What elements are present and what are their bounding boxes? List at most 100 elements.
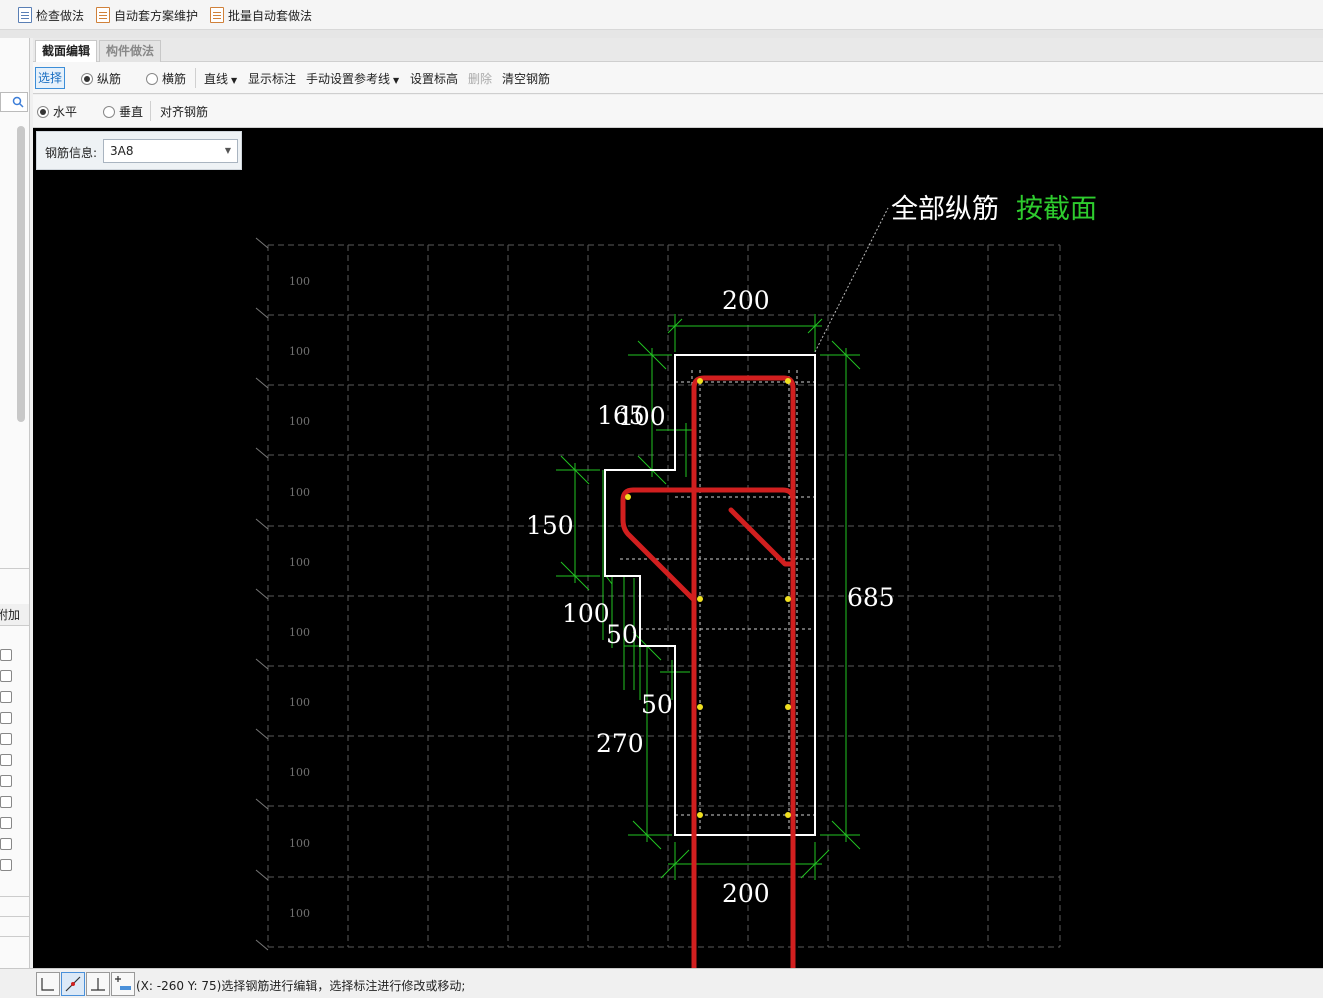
- left-panel-divider: [0, 568, 29, 569]
- check-method-button[interactable]: 检查做法: [18, 5, 84, 25]
- callout-label-all-longitudinal[interactable]: 全部纵筋: [891, 194, 999, 225]
- clear-rebar-button[interactable]: 清空钢筋: [502, 70, 550, 88]
- grid-label: 100: [289, 415, 310, 428]
- grid-ticks: [255, 237, 269, 951]
- direction-toolbar: 水平 垂直 对齐钢筋: [33, 95, 1323, 128]
- tab-section-edit[interactable]: 截面编辑: [35, 40, 98, 62]
- toolbar-divider: [0, 30, 1323, 38]
- grid-label: 100: [289, 345, 310, 358]
- line-dropdown[interactable]: 直线 ▼: [204, 70, 237, 88]
- left-panel: 附加: [0, 38, 30, 968]
- manual-reference-label: 手动设置参考线: [306, 72, 391, 86]
- perpendicular-icon: [91, 978, 105, 991]
- radio-checked-icon: [37, 106, 49, 118]
- tab-component-method[interactable]: 构件做法: [99, 40, 162, 62]
- rebar-info-label: 钢筋信息:: [45, 146, 98, 160]
- transverse-label: 横筋: [162, 72, 187, 86]
- toolbar-separator: [195, 68, 196, 88]
- dim-top-width: 200: [722, 286, 770, 315]
- delete-button[interactable]: 删除: [468, 70, 492, 88]
- grid-label: 100: [289, 837, 310, 850]
- row-checkbox[interactable]: [0, 775, 12, 787]
- vertical-label: 垂直: [119, 105, 144, 119]
- angle-icon: [65, 976, 81, 992]
- auto-scheme-label: 自动套方案维护: [114, 8, 199, 23]
- dimension-snap-button[interactable]: [111, 972, 135, 996]
- row-checkbox[interactable]: [0, 754, 12, 766]
- document-gear-icon: [96, 7, 110, 23]
- show-annotation-button[interactable]: 显示标注: [248, 70, 296, 88]
- row-checkbox[interactable]: [0, 649, 12, 661]
- tab-bar: 截面编辑 构件做法: [33, 38, 1323, 62]
- angle-snap-button[interactable]: [61, 972, 85, 996]
- transverse-radio[interactable]: 横筋: [146, 70, 186, 88]
- search-icon: [12, 96, 24, 108]
- search-input[interactable]: [0, 92, 28, 112]
- radio-unchecked-icon: [146, 73, 158, 85]
- dim-150: 150: [526, 511, 574, 540]
- rebar-info-value: 3A8: [110, 144, 134, 158]
- grid-label: 100: [289, 907, 310, 920]
- dim-270: 270: [596, 729, 644, 758]
- row-checkbox[interactable]: [0, 712, 12, 724]
- select-button[interactable]: 选择: [35, 67, 66, 89]
- vertical-radio[interactable]: 垂直: [103, 103, 143, 121]
- drawing-canvas[interactable]: 100 100 100 100 100 100 100 100 100 100: [33, 128, 1323, 968]
- ortho-snap-button[interactable]: [36, 972, 60, 996]
- row-checkbox[interactable]: [0, 859, 12, 871]
- set-elevation-button[interactable]: 设置标高: [410, 70, 458, 88]
- horizontal-radio[interactable]: 水平: [37, 103, 77, 121]
- row-divider: [0, 936, 29, 937]
- grid-labels: 100 100 100 100 100 100 100 100 100 100: [289, 275, 310, 920]
- manual-reference-dropdown[interactable]: 手动设置参考线 ▼: [306, 70, 399, 88]
- ortho-icon: [41, 978, 54, 991]
- line-label: 直线: [204, 72, 229, 86]
- dim-100-top: 100: [618, 402, 666, 431]
- edit-toolbar: 选择 纵筋 横筋 直线 ▼ 显示标注 手动设置参考线 ▼ 设置标高 删除 清空钢筋: [33, 62, 1323, 94]
- status-text: (X: -260 Y: 75)选择钢筋进行编辑，选择标注进行修改或移动;: [136, 979, 466, 993]
- rebar-info-panel: 钢筋信息: 3A8 ▼: [36, 131, 242, 170]
- dim-height: 685: [847, 583, 895, 612]
- dim-50-b: 50: [641, 690, 673, 719]
- row-checkbox[interactable]: [0, 796, 12, 808]
- batch-auto-label: 批量自动套做法: [228, 8, 313, 23]
- grid-label: 100: [289, 626, 310, 639]
- check-method-label: 检查做法: [36, 8, 85, 23]
- grid: [267, 244, 1061, 948]
- grid-label: 100: [289, 275, 310, 288]
- top-toolbar: 检查做法 自动套方案维护 批量自动套做法: [0, 0, 1323, 30]
- horizontal-label: 水平: [53, 105, 78, 119]
- rebar-info-select[interactable]: 3A8 ▼: [103, 139, 238, 163]
- dim-50-a: 50: [606, 620, 638, 649]
- dim-100-mid: 100: [562, 599, 610, 628]
- grid-label: 100: [289, 766, 310, 779]
- grid-label: 100: [289, 556, 310, 569]
- rebar-diagonal[interactable]: [728, 507, 796, 567]
- row-checkbox[interactable]: [0, 691, 12, 703]
- row-checkbox[interactable]: [0, 670, 12, 682]
- longitudinal-label: 纵筋: [97, 72, 122, 86]
- toolbar-separator: [150, 101, 151, 121]
- section-drawing[interactable]: 100 100 100 100 100 100 100 100 100 100: [33, 128, 1323, 968]
- clipboard-icon: [210, 7, 224, 23]
- chevron-down-icon: ▼: [224, 146, 231, 155]
- row-checkbox[interactable]: [0, 817, 12, 829]
- left-panel-scrollbar[interactable]: [17, 126, 25, 422]
- batch-auto-button[interactable]: 批量自动套做法: [210, 5, 312, 25]
- row-checkbox[interactable]: [0, 733, 12, 745]
- rebar-points[interactable]: [625, 378, 791, 818]
- perpendicular-snap-button[interactable]: [86, 972, 110, 996]
- row-divider: [0, 916, 29, 917]
- auto-scheme-button[interactable]: 自动套方案维护: [96, 5, 198, 25]
- left-panel-header: 附加: [0, 604, 29, 626]
- align-rebar-button[interactable]: 对齐钢筋: [160, 103, 208, 121]
- row-checkbox[interactable]: [0, 838, 12, 850]
- chevron-down-icon: ▼: [393, 76, 400, 85]
- dim-bottom-width: 200: [722, 879, 770, 908]
- radio-unchecked-icon: [103, 106, 115, 118]
- longitudinal-radio[interactable]: 纵筋: [81, 70, 121, 88]
- chevron-down-icon: ▼: [231, 76, 238, 85]
- callout-label-by-section[interactable]: 按截面: [1016, 194, 1097, 225]
- radio-checked-icon: [81, 73, 93, 85]
- grid-label: 100: [289, 696, 310, 709]
